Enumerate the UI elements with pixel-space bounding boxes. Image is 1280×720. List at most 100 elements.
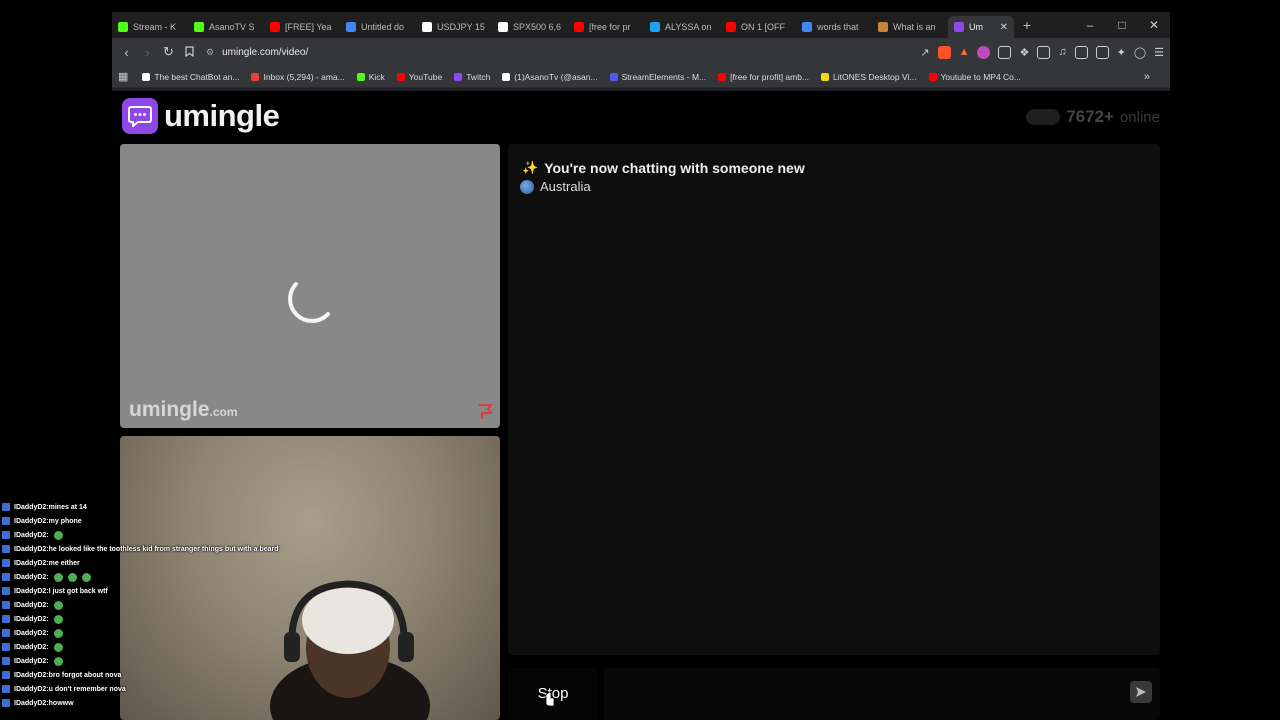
chat-emote-icon [53,614,63,624]
bookmark-label: Kick [368,71,385,82]
browser-tab[interactable]: Stream - K [112,16,188,38]
bookmark-item[interactable]: StreamElements - M... [609,72,706,82]
tab-title: AsanoTV S [209,22,255,32]
bookmark-item[interactable]: (1)AsanoTv (@asan... [502,72,598,82]
send-icon [1136,687,1146,697]
stranger-video: umingle.com [120,144,500,428]
browser-tab[interactable]: words that [796,16,872,38]
apps-grid-icon[interactable]: ▦ [118,70,128,83]
chat-separator: : [46,573,49,581]
browser-tab[interactable]: ON 1 [OFF [720,16,796,38]
online-toggle[interactable] [1026,109,1061,125]
site-info-icon[interactable]: ⚙ [206,47,214,58]
brave-rewards-icon[interactable]: ▲ [959,46,970,58]
browser-tab[interactable]: Um ✕ [948,16,1014,38]
bookmark-item[interactable]: Kick [356,71,385,82]
chat-username: IDaddyD2 [14,573,47,581]
bookmark-list: The best ChatBot an... Inbox (5,294) - am… [142,72,1033,82]
url-text[interactable]: umingle.com/video/ [222,47,308,58]
media-icon[interactable]: ♫ [1058,46,1066,58]
bookmark-item[interactable]: Twitch [454,72,490,82]
user-badge-icon [2,699,10,707]
bookmark-item[interactable]: The best ChatBot an... [142,72,239,82]
bookmark-item[interactable]: YouTube [396,72,442,82]
leo-ai-icon[interactable]: ✦ [1117,46,1126,59]
browser-tab[interactable]: USDJPY 15 [416,16,492,38]
browser-tab[interactable]: AsanoTV S [188,16,264,38]
browser-tab[interactable]: [free for pr [568,16,644,38]
site-logo[interactable]: umingle [122,98,280,134]
extension-toolbar: ↗ ▲ ❖ ♫ ✦ ◯ ☰ [920,38,1164,66]
tab-favicon-icon [650,22,660,32]
more-bookmarks-icon[interactable]: » [1144,71,1150,83]
tab-favicon-icon [270,22,280,32]
browser-tab[interactable]: [FREE] Yea [264,16,340,38]
address-bar[interactable]: ⚙ umingle.com/video/ [206,47,886,58]
message-input[interactable] [604,668,1160,720]
browser-tab[interactable]: Untitled do [340,16,416,38]
chat-username: IDaddyD2 [14,615,47,623]
sparkles-icon: ✨ [522,160,539,175]
bookmark-item[interactable]: LitONES Desktop Vi... [821,72,917,82]
overlay-chat-message: IDaddyD2 : [0,654,300,668]
video-watermark: umingle.com [129,398,238,422]
watermark-text: umingle [129,398,210,421]
window-controls: – □ ✕ [1074,12,1170,38]
tab-title: Stream - K [133,22,177,32]
chat-emote-icon [53,628,63,638]
overlay-chat-message: IDaddyD2 : u don't remember nova [0,682,300,696]
bookmark-favicon-icon [142,72,151,81]
bookmark-icon[interactable] [179,45,200,60]
browser-tab[interactable]: What is an [872,16,948,38]
browser-tab[interactable]: ALYSSA on [644,16,720,38]
bookmark-item[interactable]: Youtube to MP4 Co... [928,72,1021,82]
browser-tab[interactable]: SPX500 6,6 [492,16,568,38]
wallet-icon[interactable] [1095,45,1109,59]
tab-favicon-icon [498,22,508,32]
puzzle-icon[interactable]: ❖ [1019,46,1029,59]
chat-text: howww [48,699,74,707]
user-badge-icon [2,601,10,609]
reload-icon[interactable]: ↻ [158,44,179,60]
online-counter: 7672+ online [1026,107,1160,127]
user-badge-icon [2,657,10,665]
bookmark-item[interactable]: Inbox (5,294) - ama... [251,72,345,82]
chat-separator: : [46,531,49,539]
vpn-icon[interactable]: ◯ [1134,46,1146,59]
extension-icon[interactable] [977,45,991,59]
share-icon[interactable]: ↗ [920,46,929,59]
overlay-chat-message: IDaddyD2 : mines at 14 [0,500,300,514]
chat-username: IDaddyD2 [14,629,47,637]
chat-username: IDaddyD2 [14,545,47,553]
bookmark-item[interactable]: [free for profit] amb... [718,72,809,82]
extension-box-icon[interactable] [1037,45,1051,59]
sidebar-icon[interactable] [1074,45,1088,59]
new-tab-button[interactable]: + [1014,17,1040,33]
tab-favicon-icon [726,22,736,32]
minimize-button[interactable]: – [1074,12,1106,38]
send-button[interactable] [1130,681,1152,703]
tab-favicon-icon [954,22,964,32]
maximize-button[interactable]: □ [1106,12,1138,38]
menu-icon[interactable]: ☰ [1154,46,1164,59]
chat-separator: : [46,629,49,637]
online-count: 7672+ [1066,107,1114,126]
extension-d-icon[interactable] [998,45,1012,59]
chat-username: IDaddyD2 [14,657,47,665]
forward-icon[interactable]: › [137,45,158,60]
tab-list: Stream - K AsanoTV S [FREE] Yea Untitled do… [112,12,1014,38]
close-tab-icon[interactable]: ✕ [1000,22,1008,33]
user-badge-icon [2,531,10,539]
overlay-chat-message: IDaddyD2 : [0,598,300,612]
back-icon[interactable]: ‹ [116,45,137,60]
chat-separator: : [46,601,49,609]
close-window-button[interactable]: ✕ [1138,12,1170,38]
brave-shield-icon[interactable] [937,45,951,59]
report-flag-icon[interactable] [477,404,495,420]
overlay-chat-message: IDaddyD2 : bro forgot about nova [0,668,300,682]
overlay-chat-message: IDaddyD2 : I just got back wtf [0,584,300,598]
user-badge-icon [2,671,10,679]
user-badge-icon [2,517,10,525]
bookmark-favicon-icon [454,72,463,81]
chat-username: IDaddyD2 [14,587,47,595]
